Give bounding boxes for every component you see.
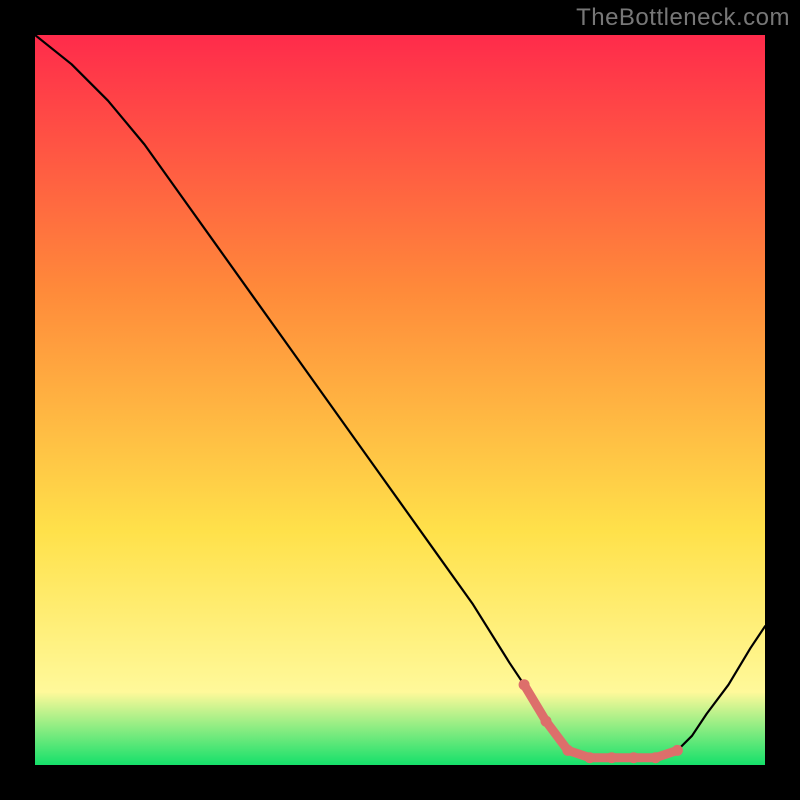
trough-point [562, 745, 573, 756]
trough-point [628, 752, 639, 763]
watermark-text: TheBottleneck.com [576, 4, 790, 32]
plot-area [35, 35, 765, 765]
chart-stage: TheBottleneck.com [0, 0, 800, 800]
trough-point [519, 679, 530, 690]
trough-point [672, 745, 683, 756]
trough-point [584, 752, 595, 763]
chart-svg [35, 35, 765, 765]
trough-point [606, 752, 617, 763]
trough-point [541, 716, 552, 727]
trough-point [650, 752, 661, 763]
